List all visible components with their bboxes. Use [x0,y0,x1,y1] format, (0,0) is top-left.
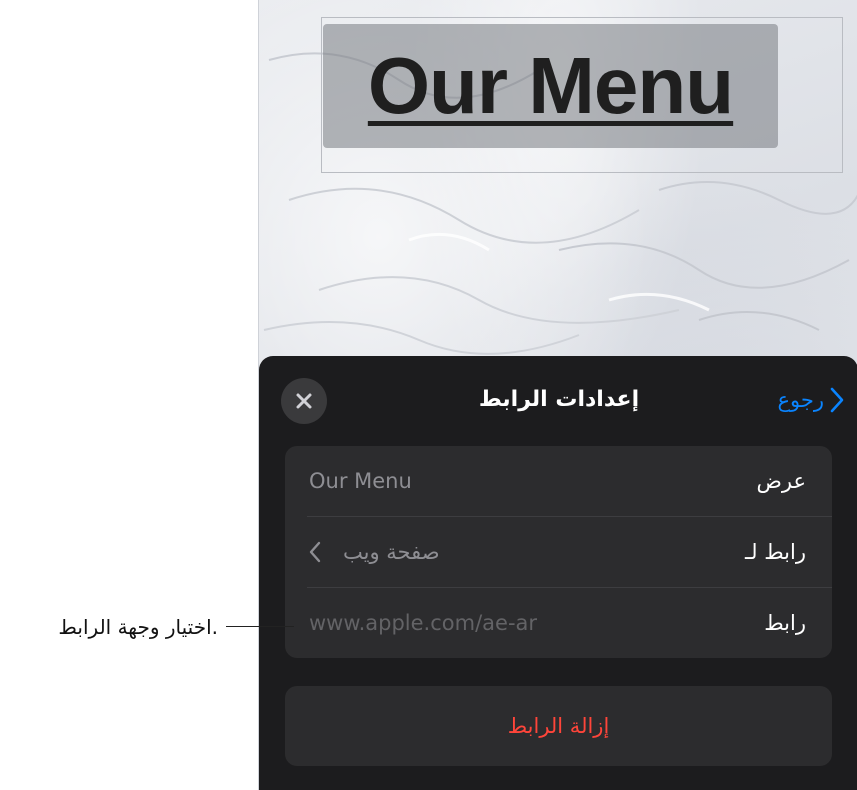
chevron-left-icon [309,541,321,563]
display-label: عرض [756,469,806,493]
close-button[interactable] [281,378,327,424]
callout-line [226,626,294,627]
sheet-title: إعدادات الرابط [478,387,640,412]
link-url-label: رابط [764,611,806,635]
link-settings-card: Our Menu عرض صفحة ويب رابط لـ www.apple.… [285,446,832,658]
link-to-row[interactable]: صفحة ويب رابط لـ [285,517,832,587]
link-settings-sheet: إعدادات الرابط رجوع Our Menu عرض صفحة وي… [259,356,857,790]
link-to-value-text: صفحة ويب [343,540,440,564]
display-value[interactable]: Our Menu [309,469,412,493]
link-url-input[interactable]: www.apple.com/ae-ar [309,611,537,635]
slide-title[interactable]: Our Menu [323,24,778,148]
remove-link-button[interactable]: إزالة الرابط [285,686,832,766]
device-screen: Our Menu إعدادات الرابط رجوع Our Menu عر… [258,0,857,790]
link-to-label: رابط لـ [745,540,806,564]
chevron-right-icon [830,387,844,413]
link-to-value[interactable]: صفحة ويب [309,540,440,564]
link-url-row[interactable]: www.apple.com/ae-ar رابط [285,588,832,658]
callout-label: اختيار وجهة الرابط. [58,615,218,639]
close-icon [296,393,312,409]
back-button[interactable]: رجوع [777,380,844,420]
back-button-label: رجوع [777,388,824,412]
display-row[interactable]: Our Menu عرض [285,446,832,516]
